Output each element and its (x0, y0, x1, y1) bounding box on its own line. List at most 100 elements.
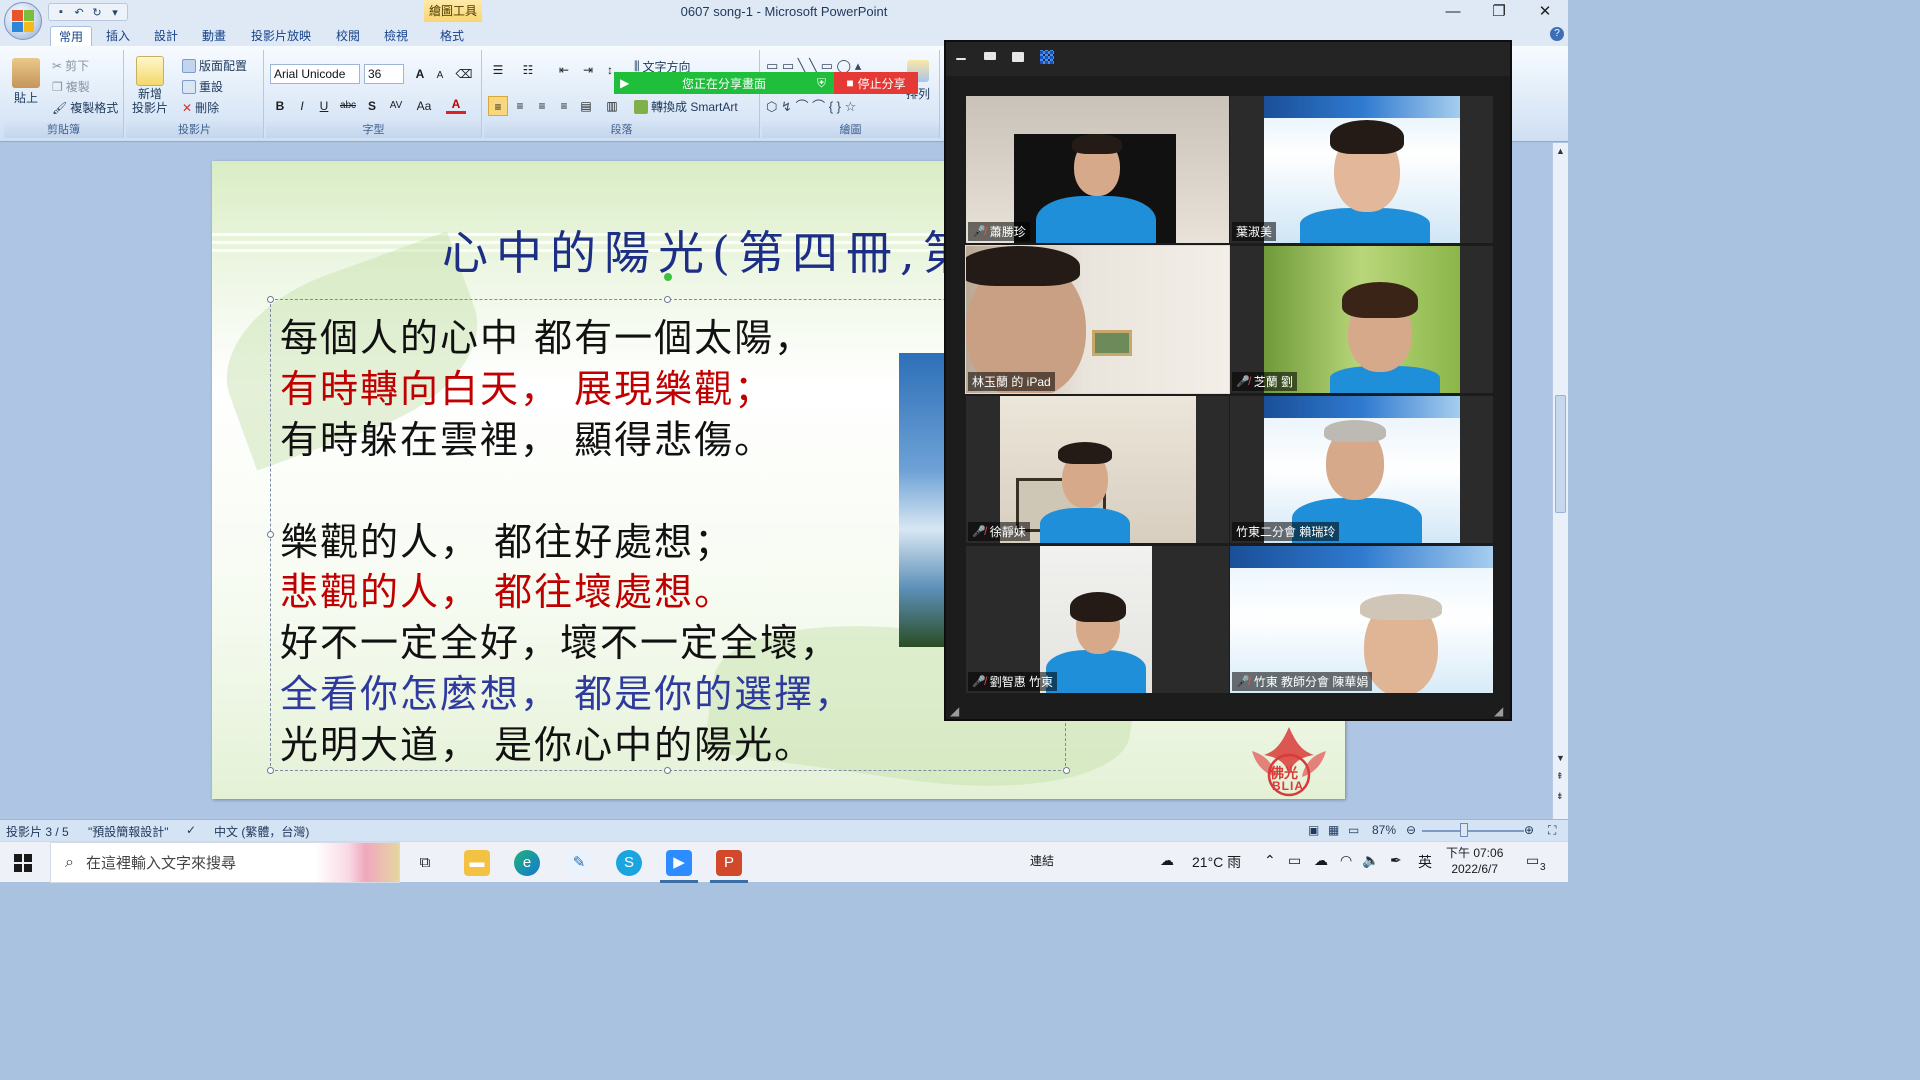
zoom-slider-thumb[interactable] (1460, 823, 1468, 837)
align-right-button[interactable]: ≡ (532, 96, 552, 116)
stop-share-button[interactable]: ■ 停止分享 (834, 72, 918, 94)
tab-review[interactable]: 校閱 (330, 26, 366, 46)
grow-font-button[interactable]: A (410, 64, 430, 84)
strikethrough-button[interactable]: abc (338, 96, 358, 116)
spellcheck-icon[interactable]: ✓ (186, 823, 196, 837)
skype-icon[interactable]: S (616, 850, 642, 876)
powerpoint-app-icon[interactable]: P (716, 850, 742, 876)
weather-text[interactable]: 21°C 雨 (1192, 852, 1241, 872)
distribute-button[interactable]: ▤ (576, 96, 596, 116)
wifi-icon[interactable]: ◠ (1340, 852, 1352, 869)
volume-icon[interactable]: 🔈 (1362, 852, 1379, 869)
italic-button[interactable]: I (292, 96, 312, 116)
scroll-down-icon[interactable]: ▼ (1556, 753, 1565, 763)
participant-tile-active-speaker[interactable]: 林玉蘭 的 iPad (965, 245, 1230, 394)
char-spacing-button[interactable]: AV (386, 96, 406, 116)
shapes-gallery-row2[interactable]: ⬡ ↯ ⌒ ⌒ { } ☆ (766, 96, 856, 115)
resize-handle[interactable] (1063, 767, 1070, 774)
tab-view[interactable]: 檢視 (378, 26, 414, 46)
poem-line-1[interactable]: 每個人的心中 都有一個太陽， (280, 307, 814, 362)
tab-animations[interactable]: 動畫 (196, 26, 232, 46)
copy-button[interactable]: ❐ 複製 (52, 78, 90, 95)
participant-tile[interactable]: 🎤̸ 蕭勝珍 (966, 96, 1229, 243)
format-painter-button[interactable]: 🖌 複製格式 (52, 99, 118, 116)
participant-tile[interactable]: 🎤̸ 竹東 教師分會 陳華娟 (1230, 546, 1493, 693)
resize-handle[interactable] (664, 296, 671, 303)
delete-slide-button[interactable]: ✕ 刪除 (182, 99, 219, 116)
taskbar-search-input[interactable]: ⌕ 在這裡輸入文字來搜尋 (50, 842, 400, 883)
poem-line-2[interactable]: 有時轉向白天， 展現樂觀； (280, 358, 774, 413)
poem-line-5[interactable]: 悲觀的人， 都往壞處想。 (280, 561, 734, 616)
notifications-icon[interactable]: ▭ (1526, 852, 1539, 869)
vertical-scrollbar[interactable]: ▲ ▼ ⇞ ⇟ (1552, 143, 1568, 819)
taskbar-clock[interactable]: 下午 07:06 2022/6/7 (1446, 845, 1503, 877)
normal-view-icon[interactable]: ▣ (1308, 823, 1319, 837)
language-indicator[interactable]: 中文 (繁體，台灣) (214, 823, 309, 840)
pen-icon[interactable]: ✒ (1390, 852, 1402, 869)
poem-line-3[interactable]: 有時躲在雲裡， 顯得悲傷。 (280, 409, 774, 464)
align-left-button[interactable]: ≡ (488, 96, 508, 116)
scroll-up-icon[interactable]: ▲ (1556, 146, 1565, 156)
shrink-font-button[interactable]: A (430, 66, 450, 86)
paint-icon[interactable]: ✎ (566, 850, 592, 876)
edge-browser-icon[interactable]: e (514, 850, 540, 876)
participant-tile[interactable]: 竹東二分會 賴瑞玲 (1230, 396, 1493, 543)
bullets-button[interactable]: ☰ (488, 60, 508, 80)
resize-handle[interactable] (267, 531, 274, 538)
close-button[interactable]: ✕ (1522, 0, 1568, 24)
file-explorer-icon[interactable]: ▬ (464, 850, 490, 876)
previous-slide-icon[interactable]: ⇞ (1556, 771, 1564, 782)
tab-design[interactable]: 設計 (148, 26, 184, 46)
resize-grip-icon[interactable]: ◢ (1494, 704, 1503, 718)
poem-line-4[interactable]: 樂觀的人， 都往好處想； (280, 511, 734, 566)
poem-line-8[interactable]: 光明大道， 是你心中的陽光。 (280, 714, 814, 769)
resize-handle[interactable] (267, 767, 274, 774)
font-color-button[interactable]: A (446, 94, 466, 114)
clear-format-button[interactable]: ⌫ (454, 64, 474, 84)
tab-format[interactable]: 格式 (432, 26, 472, 46)
battery-icon[interactable]: ▭ (1288, 852, 1301, 869)
rotation-handle[interactable] (664, 273, 672, 281)
weather-icon[interactable]: ☁ (1160, 852, 1174, 869)
change-case-button[interactable]: Aa (414, 96, 434, 116)
new-slide-button[interactable]: 新增 投影片 (132, 56, 168, 115)
align-center-button[interactable]: ≡ (510, 96, 530, 116)
ime-indicator[interactable]: 英 (1418, 852, 1432, 872)
gallery-view-icon[interactable] (1040, 50, 1054, 64)
minimize-video-icon[interactable] (956, 58, 966, 60)
participant-tile[interactable]: 葉淑美 (1230, 96, 1493, 243)
windows-start-icon[interactable] (14, 854, 32, 872)
bold-button[interactable]: B (270, 96, 290, 116)
numbering-button[interactable]: ☷ (518, 60, 538, 80)
office-button[interactable] (4, 2, 42, 40)
convert-smartart-button[interactable]: 轉換成 SmartArt (634, 98, 738, 115)
zoom-level[interactable]: 87% (1372, 823, 1396, 837)
participant-tile[interactable]: 🎤̸ 徐靜妹 (966, 396, 1229, 543)
onedrive-icon[interactable]: ☁ (1314, 852, 1328, 869)
zoom-slider[interactable] (1422, 830, 1524, 832)
help-icon[interactable]: ? (1550, 27, 1564, 41)
restore-button[interactable]: ❐ (1476, 0, 1522, 24)
resize-handle[interactable] (267, 296, 274, 303)
tab-insert[interactable]: 插入 (100, 26, 136, 46)
next-slide-icon[interactable]: ⇟ (1556, 791, 1564, 802)
slide-title[interactable]: 心中的陽光(第四冊,第 (442, 217, 977, 283)
scroll-thumb[interactable] (1555, 395, 1566, 513)
participant-tile[interactable]: 🎤̸ 芝蘭 劉 (1230, 246, 1493, 393)
columns-button[interactable]: ▥ (602, 96, 622, 116)
sharing-status[interactable]: ▶ 您正在分享畫面 ⛨ (614, 72, 834, 94)
minimize-button[interactable]: — (1430, 0, 1476, 24)
tab-home[interactable]: 常用 (50, 26, 92, 46)
strip-view-icon[interactable] (1012, 52, 1024, 62)
cut-button[interactable]: ✂ 剪下 (52, 57, 89, 74)
zoom-out-icon[interactable]: ⊖ (1406, 823, 1416, 837)
task-view-icon[interactable]: ⧉ (412, 850, 438, 876)
poem-line-7[interactable]: 全看你怎麼想， 都是你的選擇， (280, 663, 854, 718)
poem-line-6[interactable]: 好不一定全好，壞不一定全壞， (280, 612, 840, 667)
justify-button[interactable]: ≡ (554, 96, 574, 116)
font-family-select[interactable]: Arial Unicode (270, 64, 360, 84)
font-size-select[interactable]: 36 (364, 64, 404, 84)
increase-indent-button[interactable]: ⇥ (578, 60, 598, 80)
slideshow-view-icon[interactable]: ▭ (1348, 823, 1359, 837)
underline-button[interactable]: U (314, 96, 334, 116)
